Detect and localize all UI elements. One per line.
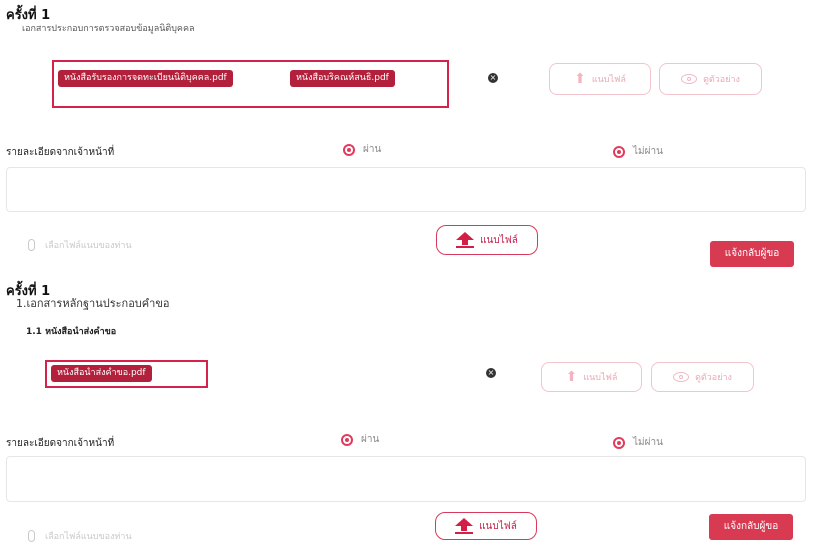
attach-placeholder: เลือกไฟล์แนบของท่าน bbox=[45, 532, 132, 542]
attach-file-button[interactable]: แนบไฟล์ bbox=[436, 225, 538, 255]
officer-details-textarea[interactable] bbox=[6, 456, 806, 502]
radio-icon bbox=[343, 143, 355, 156]
fail-radio[interactable]: ไม่ผ่าน bbox=[613, 144, 663, 159]
upload-icon: ⬆ bbox=[574, 71, 586, 87]
preview-button-disabled: ดูตัวอย่าง bbox=[659, 63, 762, 95]
pass-radio[interactable]: ผ่าน bbox=[343, 142, 381, 157]
remove-icon[interactable]: × bbox=[486, 368, 496, 378]
pass-label: ผ่าน bbox=[361, 434, 380, 445]
officer-details-label: รายละเอียดจากเจ้าหน้าที่ bbox=[6, 147, 115, 158]
upload-icon bbox=[456, 232, 475, 248]
preview-label: ดูตัวอย่าง bbox=[695, 373, 732, 383]
upload-button-disabled: ⬆ แนบไฟล์ bbox=[549, 63, 651, 95]
fail-radio[interactable]: ไม่ผ่าน bbox=[613, 435, 663, 450]
upload-label: แนบไฟล์ bbox=[591, 75, 626, 85]
fail-label: ไม่ผ่าน bbox=[633, 146, 663, 157]
upload-icon bbox=[455, 518, 474, 534]
section-subtitle: เอกสารประกอบการตรวจสอบข้อมูลนิติบุคคล bbox=[22, 24, 195, 34]
preview-button-disabled: ดูตัวอย่าง bbox=[651, 362, 754, 392]
preview-label: ดูตัวอย่าง bbox=[703, 75, 740, 85]
officer-details-label: รายละเอียดจากเจ้าหน้าที่ bbox=[6, 438, 115, 449]
file-chip[interactable]: หนังสือนำส่งคำขอ.pdf bbox=[51, 365, 152, 382]
attach-placeholder: เลือกไฟล์แนบของท่าน bbox=[45, 241, 132, 251]
radio-icon bbox=[613, 436, 625, 449]
attach-file-button[interactable]: แนบไฟล์ bbox=[435, 512, 537, 540]
radio-icon bbox=[341, 433, 353, 446]
attach-button-label: แนบไฟล์ bbox=[480, 234, 518, 246]
eye-icon bbox=[673, 372, 690, 382]
upload-label: แนบไฟล์ bbox=[583, 373, 618, 383]
upload-button-disabled: ⬆ แนบไฟล์ bbox=[541, 362, 642, 392]
document-heading: 1.เอกสารหลักฐานประกอบคำขอ bbox=[16, 297, 170, 310]
return-to-requester-button[interactable]: แจ้งกลับผู้ขอ bbox=[710, 241, 794, 267]
attach-button-label: แนบไฟล์ bbox=[479, 520, 517, 532]
eye-icon bbox=[681, 74, 698, 84]
file-chip[interactable]: หนังสือบริคณห์สนธิ.pdf bbox=[290, 70, 395, 87]
officer-details-textarea[interactable] bbox=[6, 167, 806, 212]
radio-icon bbox=[613, 145, 625, 158]
remove-icon[interactable]: × bbox=[488, 73, 498, 83]
attach-file-row[interactable]: เลือกไฟล์แนบของท่าน bbox=[28, 238, 132, 252]
return-to-requester-button[interactable]: แจ้งกลับผู้ขอ bbox=[709, 514, 793, 540]
fail-label: ไม่ผ่าน bbox=[633, 437, 663, 448]
paperclip-icon bbox=[28, 239, 35, 251]
pass-label: ผ่าน bbox=[363, 144, 382, 155]
paperclip-icon bbox=[28, 530, 35, 542]
document-subheading: 1.1 หนังสือนำส่งคำขอ bbox=[26, 327, 117, 337]
upload-icon: ⬆ bbox=[565, 369, 578, 385]
pass-radio[interactable]: ผ่าน bbox=[341, 432, 379, 447]
attach-file-row[interactable]: เลือกไฟล์แนบของท่าน bbox=[28, 529, 132, 543]
file-chip[interactable]: หนังสือรับรองการจดทะเบียนนิติบุคคล.pdf bbox=[58, 70, 233, 87]
